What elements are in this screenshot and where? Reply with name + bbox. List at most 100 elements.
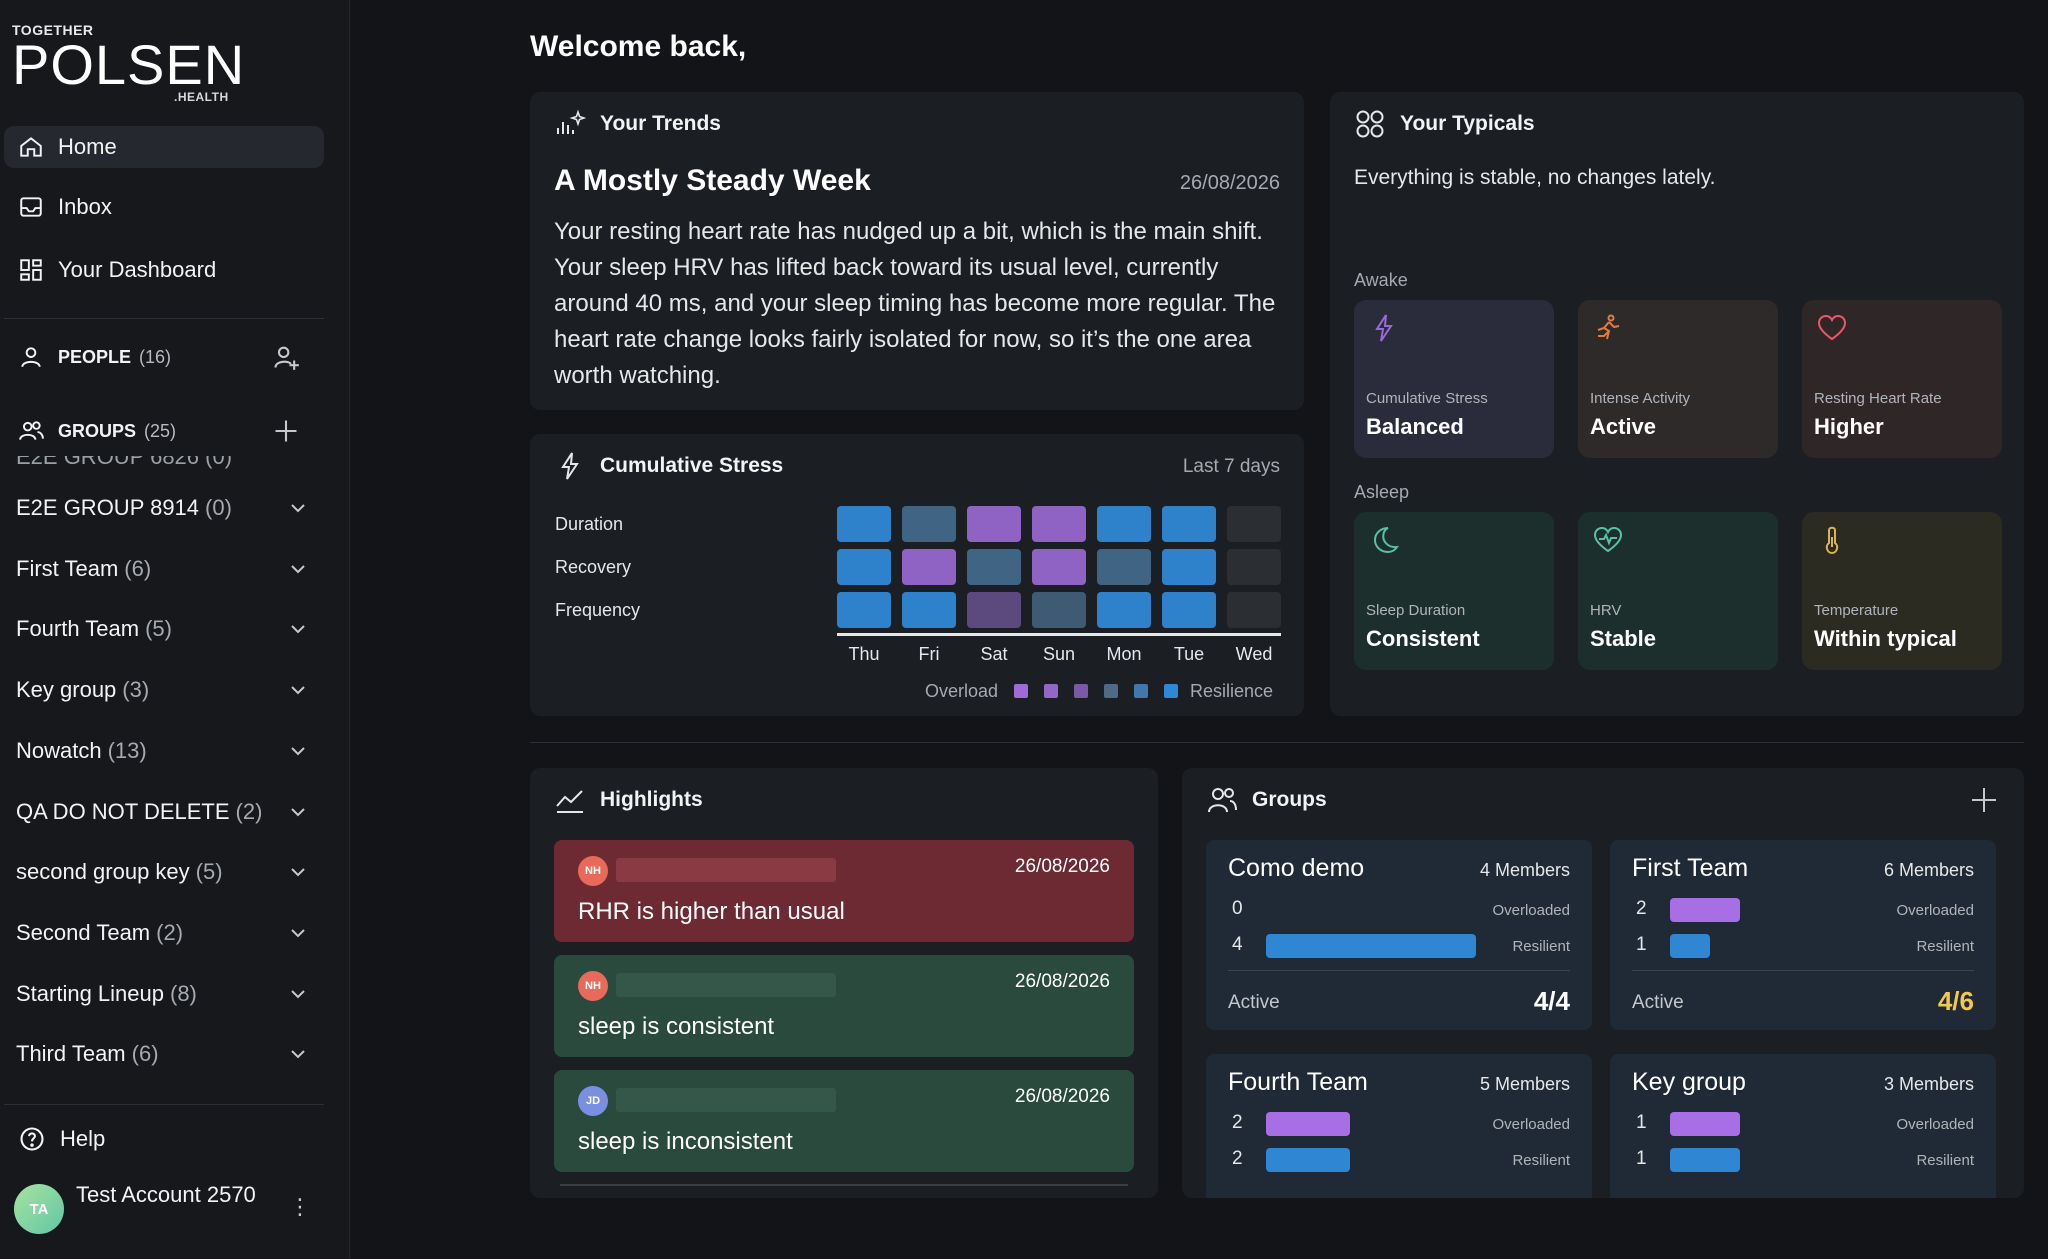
help-link[interactable]: Help: [4, 1118, 324, 1160]
people-section[interactable]: PEOPLE (16): [4, 336, 324, 378]
more-vertical-icon[interactable]: ⋮: [288, 1194, 312, 1222]
add-person-icon[interactable]: [272, 343, 300, 371]
sidebar-group-item[interactable]: Fourth Team (5): [16, 607, 316, 651]
typical-label: Temperature: [1814, 602, 1899, 619]
typical-value: Active: [1590, 414, 1657, 439]
resilient-label: Resilient: [1916, 938, 1974, 955]
stress-cell[interactable]: [1162, 592, 1216, 628]
stress-day-label: Tue: [1173, 644, 1205, 664]
group-card[interactable]: First Team 6 Members 2 Overloaded 1 Resi…: [1610, 840, 1996, 1030]
nav-home[interactable]: Home: [4, 126, 324, 168]
sidebar-group-item[interactable]: Second Team (2): [16, 911, 316, 955]
sidebar-group-item[interactable]: Key group (3): [16, 668, 316, 712]
highlight-item[interactable]: NH 26/08/2026 RHR is higher than usual: [554, 840, 1134, 942]
chevron-down-icon[interactable]: [288, 559, 308, 579]
stress-cell[interactable]: [1162, 506, 1216, 542]
nav-dashboard[interactable]: Your Dashboard: [4, 249, 324, 291]
group-item-clipped[interactable]: E2E GROUP 6826 (0): [16, 456, 232, 470]
sidebar-group-item[interactable]: Third Team (6): [16, 1032, 316, 1076]
chevron-down-icon[interactable]: [288, 498, 308, 518]
group-card[interactable]: Como demo 4 Members 0 Overloaded 4 Resil…: [1206, 840, 1592, 1030]
trends-date: 26/08/2026: [1179, 172, 1280, 194]
group-card[interactable]: Key group 3 Members 1 Overloaded 1 Resil…: [1610, 1054, 1996, 1198]
sidebar-group-item[interactable]: second group key (5): [16, 850, 316, 894]
chevron-down-icon[interactable]: [288, 984, 308, 1004]
stress-cell[interactable]: [1032, 549, 1086, 585]
stress-cell[interactable]: [967, 506, 1021, 542]
running-icon: [1597, 314, 1620, 340]
typical-card[interactable]: Cumulative Stress Balanced: [1354, 300, 1554, 458]
account-menu[interactable]: TA Test Account 2570 ⋮: [14, 1180, 324, 1236]
group-card[interactable]: Fourth Team 5 Members 2 Overloaded 2 Res…: [1206, 1054, 1592, 1198]
avatar: NH: [578, 971, 608, 1001]
chevron-down-icon[interactable]: [288, 619, 308, 639]
chevron-down-icon[interactable]: [288, 680, 308, 700]
stress-cell[interactable]: [837, 549, 891, 585]
avatar: NH: [578, 856, 608, 886]
people-icon: [1208, 788, 1237, 813]
sidebar-group-item[interactable]: E2E GROUP 8914 (0): [16, 486, 316, 530]
group-name: Second Team: [16, 919, 151, 945]
highlight-item[interactable]: JD 26/08/2026 sleep is inconsistent: [554, 1070, 1134, 1172]
person-icon: [21, 347, 41, 368]
overloaded-label: Overloaded: [1896, 902, 1974, 919]
stress-cell[interactable]: [902, 592, 956, 628]
stress-day-label: Fri: [918, 644, 940, 664]
stress-cell[interactable]: [837, 506, 891, 542]
avatar: TA: [14, 1184, 64, 1234]
stress-cell[interactable]: [1097, 592, 1151, 628]
typical-card[interactable]: Temperature Within typical: [1802, 512, 2002, 670]
highlights-title: Highlights: [554, 784, 703, 816]
stress-cell[interactable]: [1227, 592, 1281, 628]
stress-cell[interactable]: [902, 506, 956, 542]
brand-logo[interactable]: TOGETHER POLSEN .HEALTH: [12, 22, 245, 104]
nav-dashboard-label: Your Dashboard: [58, 257, 217, 282]
stress-cell[interactable]: [1032, 506, 1086, 542]
chevron-down-icon[interactable]: [288, 741, 308, 761]
chevron-down-icon[interactable]: [288, 923, 308, 943]
group-card-divider: [1632, 970, 1974, 971]
sidebar-group-item[interactable]: QA DO NOT DELETE (2): [16, 790, 316, 834]
group-name: Fourth Team: [16, 616, 140, 642]
sidebar-divider: [4, 1104, 324, 1105]
stress-cell[interactable]: [837, 592, 891, 628]
chevron-down-icon[interactable]: [288, 1044, 308, 1064]
stress-cell[interactable]: [1032, 592, 1086, 628]
groups-section[interactable]: GROUPS (25): [4, 410, 324, 452]
sidebar-group-item[interactable]: First Team (6): [16, 547, 316, 591]
sidebar-group-item[interactable]: Starting Lineup (8): [16, 972, 316, 1016]
trends-body: Your resting heart rate has nudged up a …: [554, 218, 1276, 389]
sidebar-group-item[interactable]: Nowatch (13): [16, 729, 316, 773]
typical-card[interactable]: HRV Stable: [1578, 512, 1778, 670]
thermometer-icon: [1825, 526, 1839, 555]
highlights-scroll-edge: [560, 1184, 1128, 1186]
stress-cell[interactable]: [1162, 549, 1216, 585]
inbox-icon: [20, 197, 42, 217]
groups-title-label: Groups: [1252, 788, 1327, 811]
group-name: First Team: [16, 555, 119, 581]
stress-cell[interactable]: [1227, 506, 1281, 542]
typical-value: Consistent: [1366, 626, 1480, 651]
typical-card[interactable]: Sleep Duration Consistent: [1354, 512, 1554, 670]
chevron-down-icon[interactable]: [288, 862, 308, 882]
stress-cell[interactable]: [1227, 549, 1281, 585]
legend-swatch: [1134, 684, 1148, 698]
add-group-icon[interactable]: [1968, 784, 2000, 816]
stress-cell[interactable]: [902, 549, 956, 585]
stress-cell[interactable]: [967, 549, 1021, 585]
stress-cell[interactable]: [1097, 549, 1151, 585]
trends-title-label: Your Trends: [600, 112, 721, 135]
typical-value: Within typical: [1814, 626, 1957, 651]
add-group-icon[interactable]: [272, 417, 300, 445]
typical-card[interactable]: Intense Activity Active: [1578, 300, 1778, 458]
stress-cell[interactable]: [967, 592, 1021, 628]
typical-card[interactable]: Resting Heart Rate Higher: [1802, 300, 2002, 458]
resilient-bar: [1266, 1148, 1350, 1172]
chevron-down-icon[interactable]: [288, 802, 308, 822]
sidebar-divider: [4, 318, 324, 319]
nav-inbox[interactable]: Inbox: [4, 186, 324, 228]
group-card-divider: [1228, 970, 1570, 971]
group-count: (2): [235, 798, 263, 824]
stress-cell[interactable]: [1097, 506, 1151, 542]
highlight-item[interactable]: NH 26/08/2026 sleep is consistent: [554, 955, 1134, 1057]
